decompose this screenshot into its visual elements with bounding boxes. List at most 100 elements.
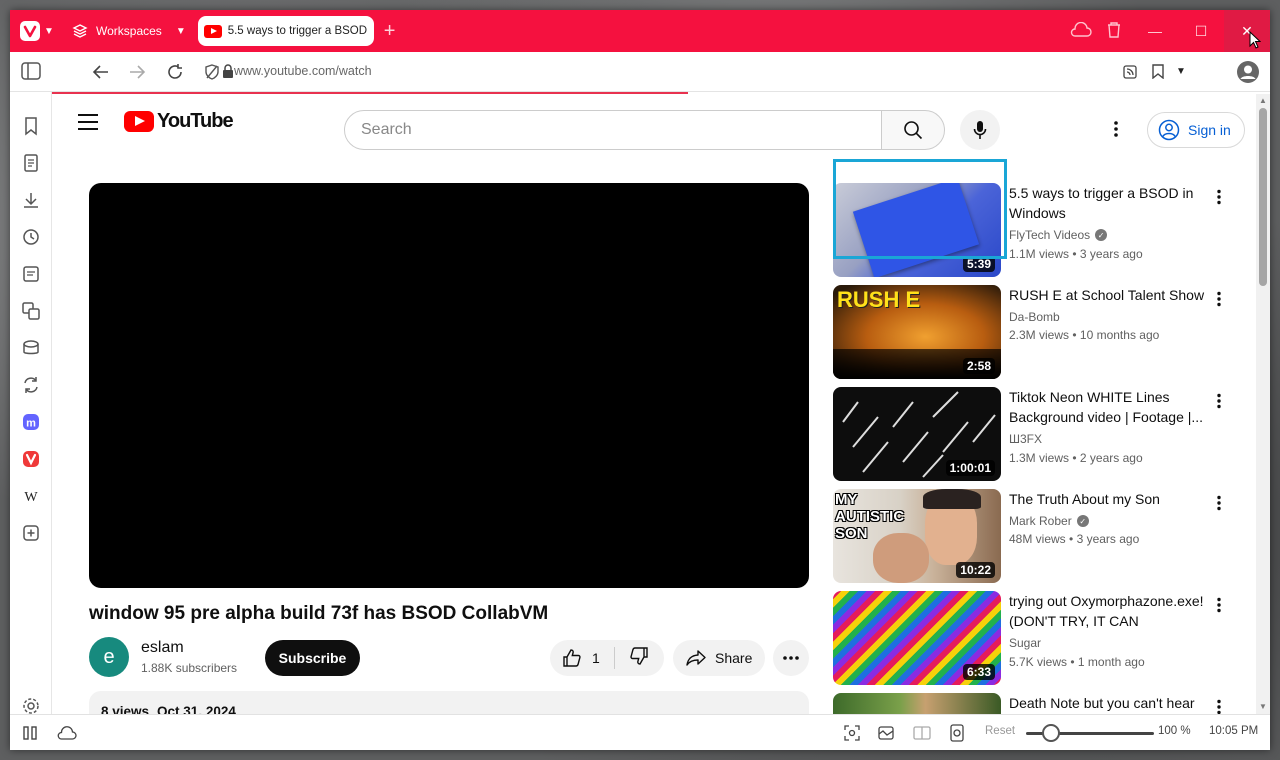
add-panel-icon[interactable] (21, 523, 41, 543)
video-thumbnail[interactable]: 1:00:01 (833, 387, 1001, 481)
vivaldi-menu-button[interactable]: ▼ (16, 16, 58, 46)
action-kebab-icon[interactable] (1217, 393, 1221, 409)
video-thumbnail[interactable]: 6:33 (833, 591, 1001, 685)
cloud-sync-icon[interactable] (57, 726, 77, 740)
share-button[interactable]: Share (673, 640, 765, 676)
mastodon-icon[interactable]: m (21, 412, 41, 432)
more-horizontal-icon (783, 656, 799, 660)
more-actions-button[interactable] (773, 640, 809, 676)
workspaces-button[interactable]: Workspaces ▼ (72, 23, 186, 39)
recommendation-title: RUSH E at School Talent Show (1009, 287, 1205, 303)
recommendation-item[interactable]: 6:33 trying out Oxymorphazone.exe! (DON'… (833, 591, 1233, 685)
like-button[interactable]: 1 (550, 648, 614, 668)
tab-active[interactable]: 5.5 ways to trigger a BSOD (197, 16, 374, 46)
content-settings-icon[interactable] (948, 724, 966, 742)
forward-arrow-icon[interactable] (128, 64, 146, 80)
upload-date: Oct 31, 2024 (157, 704, 236, 714)
zoom-reset-button[interactable]: Reset (985, 725, 1015, 737)
settings-gear-icon[interactable] (21, 696, 41, 716)
trash-icon[interactable] (1106, 21, 1122, 39)
rss-feed-icon[interactable] (1123, 65, 1137, 79)
cloud-sync-icon[interactable] (1070, 22, 1092, 38)
bookmark-icon[interactable] (1152, 64, 1164, 79)
reload-icon[interactable] (166, 63, 184, 81)
scrollbar-thumb[interactable] (1259, 108, 1267, 286)
channel-avatar[interactable]: e (89, 637, 129, 677)
page-scrollbar[interactable]: ▲ ▼ (1256, 94, 1270, 714)
tiling-icon[interactable] (913, 725, 931, 741)
channel-name[interactable]: eslam (141, 639, 184, 657)
recommendation-channel: Mark Rober ✓ (1009, 514, 1089, 528)
scroll-up-arrow-icon[interactable]: ▲ (1259, 96, 1267, 105)
video-thumbnail[interactable] (833, 693, 1001, 714)
youtube-favicon-icon (203, 24, 222, 38)
maximize-button[interactable]: ☐ (1178, 10, 1224, 52)
zoom-slider-knob[interactable] (1042, 724, 1060, 742)
recommendation-item[interactable]: Death Note but you can't hear the intern… (833, 693, 1233, 714)
voice-search-button[interactable] (960, 110, 1000, 150)
chevron-down-icon[interactable]: ▼ (1176, 66, 1186, 77)
reading-list-icon[interactable] (21, 153, 41, 173)
video-player[interactable] (89, 183, 809, 588)
scroll-down-arrow-icon[interactable]: ▼ (1259, 702, 1267, 711)
vivaldi-social-icon[interactable] (21, 449, 41, 469)
description-box[interactable]: 8 views Oct 31, 2024 (89, 691, 809, 714)
youtube-logo-text: YouTube (157, 110, 234, 132)
action-kebab-icon[interactable] (1217, 597, 1221, 613)
page-content: YouTube Search Sign in window 95 pre alp… (52, 94, 1270, 714)
video-thumbnail[interactable]: RUSH E 2:58 (833, 285, 1001, 379)
thumbs-down-icon (630, 646, 648, 665)
sign-in-button[interactable]: Sign in (1147, 112, 1245, 148)
layers-icon (72, 24, 88, 38)
profile-avatar-icon[interactable] (1236, 60, 1260, 84)
recommendation-title: Death Note but you can't hear the intern… (1009, 695, 1195, 711)
action-kebab-icon[interactable] (1217, 699, 1221, 714)
recommendation-item[interactable]: MY AUTISTIC SON 10:22 The Truth About my… (833, 489, 1233, 583)
recommendation-item[interactable]: 1:00:01 Tiktok Neon WHITE Lines Backgrou… (833, 387, 1233, 481)
action-kebab-icon[interactable] (1217, 495, 1221, 511)
recommendation-item[interactable]: RUSH E 2:58 RUSH E at School Talent Show… (833, 285, 1233, 379)
wikipedia-icon[interactable]: W (21, 486, 41, 506)
thumbnail-text: MY AUTISTIC SON (835, 491, 905, 542)
minimize-button[interactable]: — (1132, 10, 1178, 52)
mouse-cursor-icon (1249, 31, 1261, 49)
duration-badge: 2:58 (962, 358, 995, 374)
action-kebab-icon[interactable] (1217, 291, 1221, 307)
downloads-icon[interactable] (21, 190, 41, 210)
screenshot-icon[interactable] (844, 725, 860, 741)
window-panel-icon[interactable] (21, 338, 41, 358)
settings-kebab-icon[interactable] (1114, 120, 1118, 138)
search-icon (904, 121, 923, 140)
view-count: 8 views (101, 704, 150, 714)
youtube-logo[interactable]: YouTube (124, 110, 234, 133)
like-count: 1 (592, 650, 600, 666)
back-arrow-icon[interactable] (92, 64, 110, 80)
vivaldi-logo-icon (20, 21, 40, 41)
microphone-icon (973, 121, 987, 139)
page-actions-icon[interactable] (878, 725, 894, 741)
guide-menu-icon[interactable] (78, 114, 98, 135)
duration-badge: 10:22 (956, 562, 995, 578)
subscribe-button[interactable]: Subscribe (265, 640, 360, 676)
dislike-button[interactable] (615, 646, 649, 671)
bookmarks-panel-icon[interactable] (21, 116, 41, 136)
search-button[interactable] (881, 110, 945, 150)
video-thumbnail[interactable]: MY AUTISTIC SON 10:22 (833, 489, 1001, 583)
url-field[interactable]: www.youtube.com/watch (234, 64, 372, 78)
history-icon[interactable] (21, 227, 41, 247)
close-button[interactable]: ✕ (1224, 10, 1270, 52)
search-input[interactable]: Search (344, 110, 882, 150)
translate-icon[interactable] (21, 301, 41, 321)
tracker-blocker-icon[interactable] (204, 64, 220, 80)
recommendation-channel: Sugar (1009, 636, 1042, 650)
new-tab-button[interactable]: + (384, 20, 396, 43)
share-arrow-icon (686, 650, 706, 666)
action-kebab-icon[interactable] (1217, 189, 1221, 205)
panel-toggle-icon[interactable] (23, 726, 37, 740)
sync-icon[interactable] (21, 375, 41, 395)
notes-icon[interactable] (21, 264, 41, 284)
svg-text:m: m (26, 418, 36, 430)
zoom-level: 100 % (1158, 725, 1191, 737)
recommendation-title: The Truth About my Son (1009, 491, 1160, 507)
panel-toggle-icon[interactable] (21, 62, 41, 80)
